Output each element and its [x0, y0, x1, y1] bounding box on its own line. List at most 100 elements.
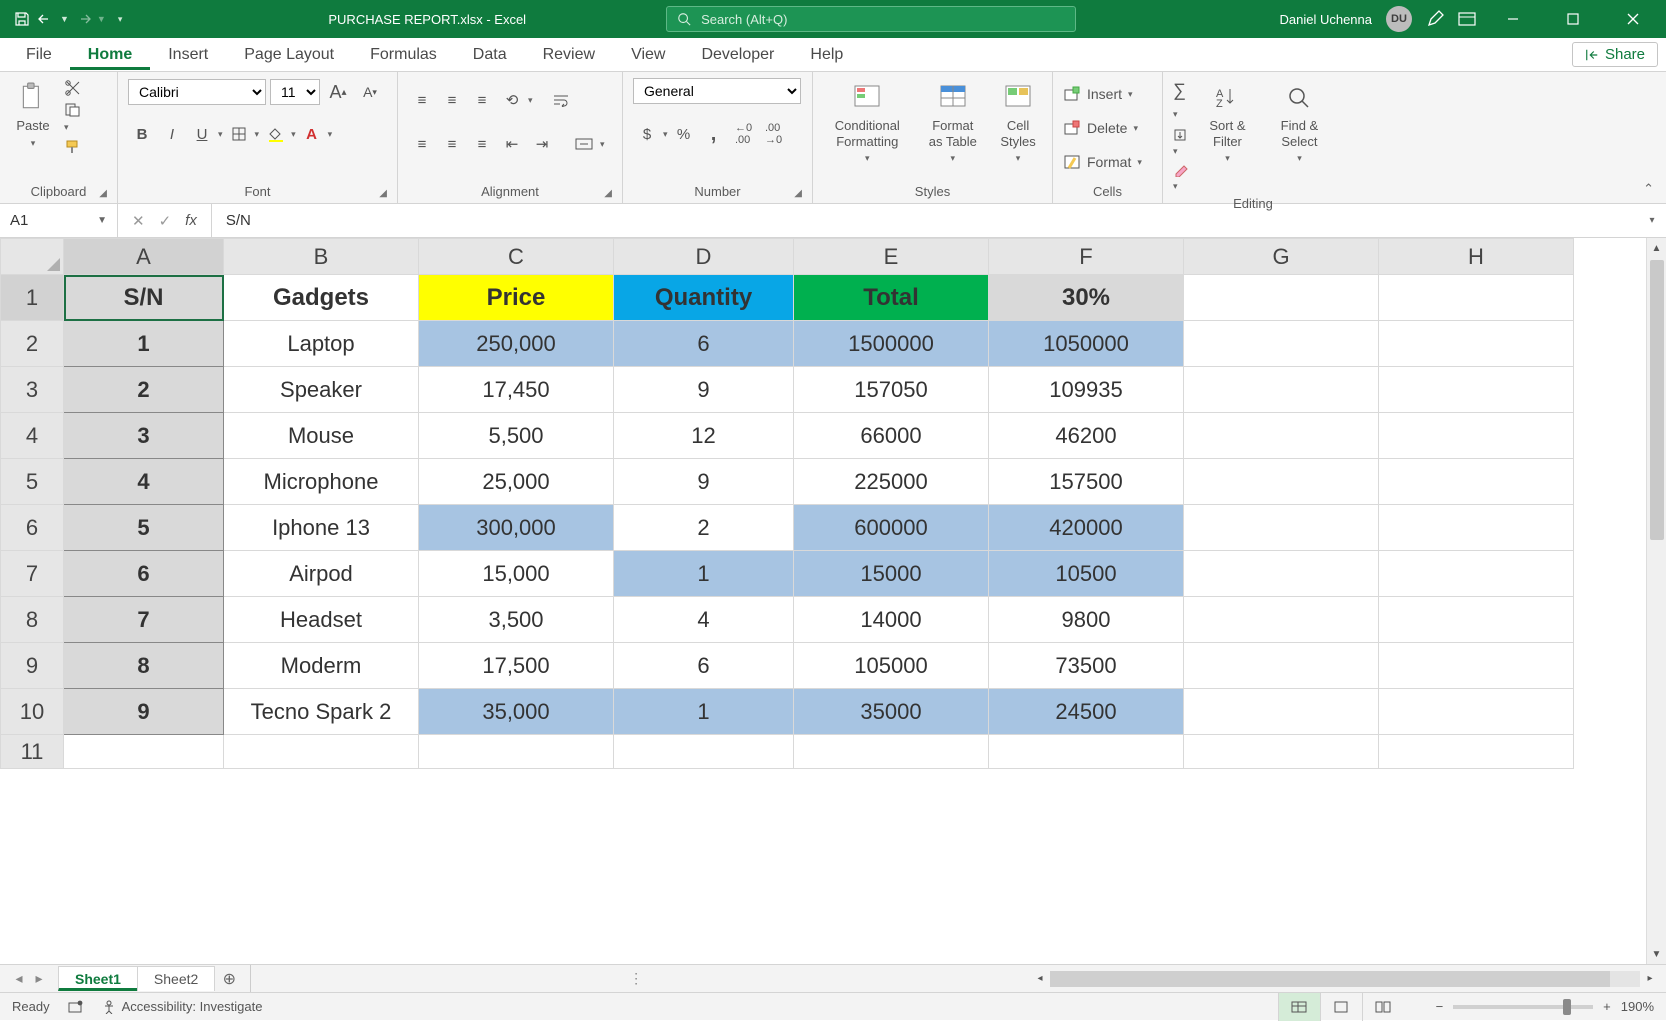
row-header-7[interactable]: 7 [1, 551, 64, 597]
row-header-10[interactable]: 10 [1, 689, 64, 735]
increase-indent-icon[interactable]: ⇥ [528, 130, 556, 158]
dialog-launcher-icon[interactable]: ◢ [604, 188, 612, 199]
row-header-9[interactable]: 9 [1, 643, 64, 689]
pen-icon[interactable] [1426, 10, 1444, 28]
tab-help[interactable]: Help [792, 40, 861, 70]
redo-icon[interactable] [73, 9, 93, 29]
search-box[interactable]: Search (Alt+Q) [666, 6, 1076, 32]
cell-F11[interactable] [989, 735, 1184, 769]
dropdown-icon[interactable]: ▼ [60, 14, 69, 24]
delete-cells-button[interactable]: Delete ▾ [1063, 112, 1138, 144]
share-button[interactable]: Share [1572, 42, 1658, 67]
cell-C11[interactable] [419, 735, 614, 769]
orientation-icon[interactable]: ⟲ [498, 86, 526, 114]
wrap-text-icon[interactable] [547, 86, 575, 114]
cell-G1[interactable] [1184, 275, 1379, 321]
cell-C4[interactable]: 5,500 [419, 413, 614, 459]
cell-styles-button[interactable]: Cell Styles▾ [994, 78, 1042, 166]
accessibility-status[interactable]: Accessibility: Investigate [102, 999, 263, 1014]
number-format-combo[interactable]: General [633, 78, 801, 104]
cell-A1[interactable]: S/N [64, 275, 224, 321]
row-header-11[interactable]: 11 [1, 735, 64, 769]
dialog-launcher-icon[interactable]: ◢ [794, 188, 802, 199]
cell-A5[interactable]: 4 [64, 459, 224, 505]
cell-F9[interactable]: 73500 [989, 643, 1184, 689]
macro-record-icon[interactable] [68, 1000, 84, 1014]
page-layout-view-button[interactable] [1320, 993, 1362, 1021]
collapse-ribbon-icon[interactable]: ⌃ [1643, 181, 1654, 197]
cell-D6[interactable]: 2 [614, 505, 794, 551]
tab-file[interactable]: File [8, 40, 70, 70]
cell-B3[interactable]: Speaker [224, 367, 419, 413]
cancel-icon[interactable]: ✕ [132, 212, 145, 230]
accounting-format-icon[interactable]: $ [633, 120, 661, 148]
save-icon[interactable] [12, 9, 32, 29]
font-size-combo[interactable]: 11 [270, 79, 320, 105]
cell-A2[interactable]: 1 [64, 321, 224, 367]
maximize-button[interactable] [1550, 0, 1596, 38]
undo-icon[interactable] [36, 9, 56, 29]
cell-E11[interactable] [794, 735, 989, 769]
align-right-icon[interactable]: ≡ [468, 130, 496, 158]
cell-B10[interactable]: Tecno Spark 2 [224, 689, 419, 735]
cell-B1[interactable]: Gadgets [224, 275, 419, 321]
align-center-icon[interactable]: ≡ [438, 130, 466, 158]
cell-C8[interactable]: 3,500 [419, 597, 614, 643]
cell-B4[interactable]: Mouse [224, 413, 419, 459]
cell-F2[interactable]: 1050000 [989, 321, 1184, 367]
insert-cells-button[interactable]: Insert ▾ [1063, 78, 1133, 110]
dropdown-icon[interactable]: ▼ [97, 14, 106, 24]
cell-E1[interactable]: Total [794, 275, 989, 321]
row-header-4[interactable]: 4 [1, 413, 64, 459]
dialog-launcher-icon[interactable]: ◢ [379, 188, 387, 199]
cell-C5[interactable]: 25,000 [419, 459, 614, 505]
tab-view[interactable]: View [613, 40, 683, 70]
user-name[interactable]: Daniel Uchenna [1279, 12, 1372, 27]
bold-button[interactable]: B [128, 120, 156, 148]
cell-F8[interactable]: 9800 [989, 597, 1184, 643]
cell-D11[interactable] [614, 735, 794, 769]
row-header-3[interactable]: 3 [1, 367, 64, 413]
qat-customize-icon[interactable]: ▾ [118, 14, 123, 25]
cell-A4[interactable]: 3 [64, 413, 224, 459]
sheet-tab-sheet2[interactable]: Sheet2 [137, 966, 215, 991]
cell-D10[interactable]: 1 [614, 689, 794, 735]
cell-C9[interactable]: 17,500 [419, 643, 614, 689]
worksheet-grid[interactable]: ABCDEFGH1S/NGadgetsPriceQuantityTotal30%… [0, 238, 1666, 964]
cell-B9[interactable]: Moderm [224, 643, 419, 689]
cell-F10[interactable]: 24500 [989, 689, 1184, 735]
cell-A11[interactable] [64, 735, 224, 769]
row-header-6[interactable]: 6 [1, 505, 64, 551]
merge-center-icon[interactable] [570, 130, 598, 158]
cell-F6[interactable]: 420000 [989, 505, 1184, 551]
ribbon-mode-icon[interactable] [1458, 12, 1476, 26]
fill-color-icon[interactable] [261, 120, 289, 148]
cell-H10[interactable] [1379, 689, 1574, 735]
cell-B8[interactable]: Headset [224, 597, 419, 643]
clear-icon[interactable]: ▾ [1173, 163, 1189, 192]
cell-H8[interactable] [1379, 597, 1574, 643]
zoom-out-button[interactable]: − [1436, 999, 1444, 1014]
cell-B2[interactable]: Laptop [224, 321, 419, 367]
cell-G3[interactable] [1184, 367, 1379, 413]
prev-sheet-icon[interactable]: ▸ [30, 970, 48, 987]
cell-D9[interactable]: 6 [614, 643, 794, 689]
column-header-B[interactable]: B [224, 239, 419, 275]
cell-H9[interactable] [1379, 643, 1574, 689]
format-as-table-button[interactable]: Format as Table▾ [920, 78, 986, 166]
cell-H2[interactable] [1379, 321, 1574, 367]
dialog-launcher-icon[interactable]: ◢ [99, 188, 107, 199]
decrease-indent-icon[interactable]: ⇤ [498, 130, 526, 158]
cell-F1[interactable]: 30% [989, 275, 1184, 321]
tab-page-layout[interactable]: Page Layout [226, 40, 352, 70]
cell-D2[interactable]: 6 [614, 321, 794, 367]
expand-formula-bar-icon[interactable]: ▾ [1638, 215, 1666, 226]
cell-H11[interactable] [1379, 735, 1574, 769]
cell-D1[interactable]: Quantity [614, 275, 794, 321]
cell-C7[interactable]: 15,000 [419, 551, 614, 597]
column-header-G[interactable]: G [1184, 239, 1379, 275]
row-header-5[interactable]: 5 [1, 459, 64, 505]
cell-G5[interactable] [1184, 459, 1379, 505]
cell-H6[interactable] [1379, 505, 1574, 551]
tab-review[interactable]: Review [525, 40, 613, 70]
